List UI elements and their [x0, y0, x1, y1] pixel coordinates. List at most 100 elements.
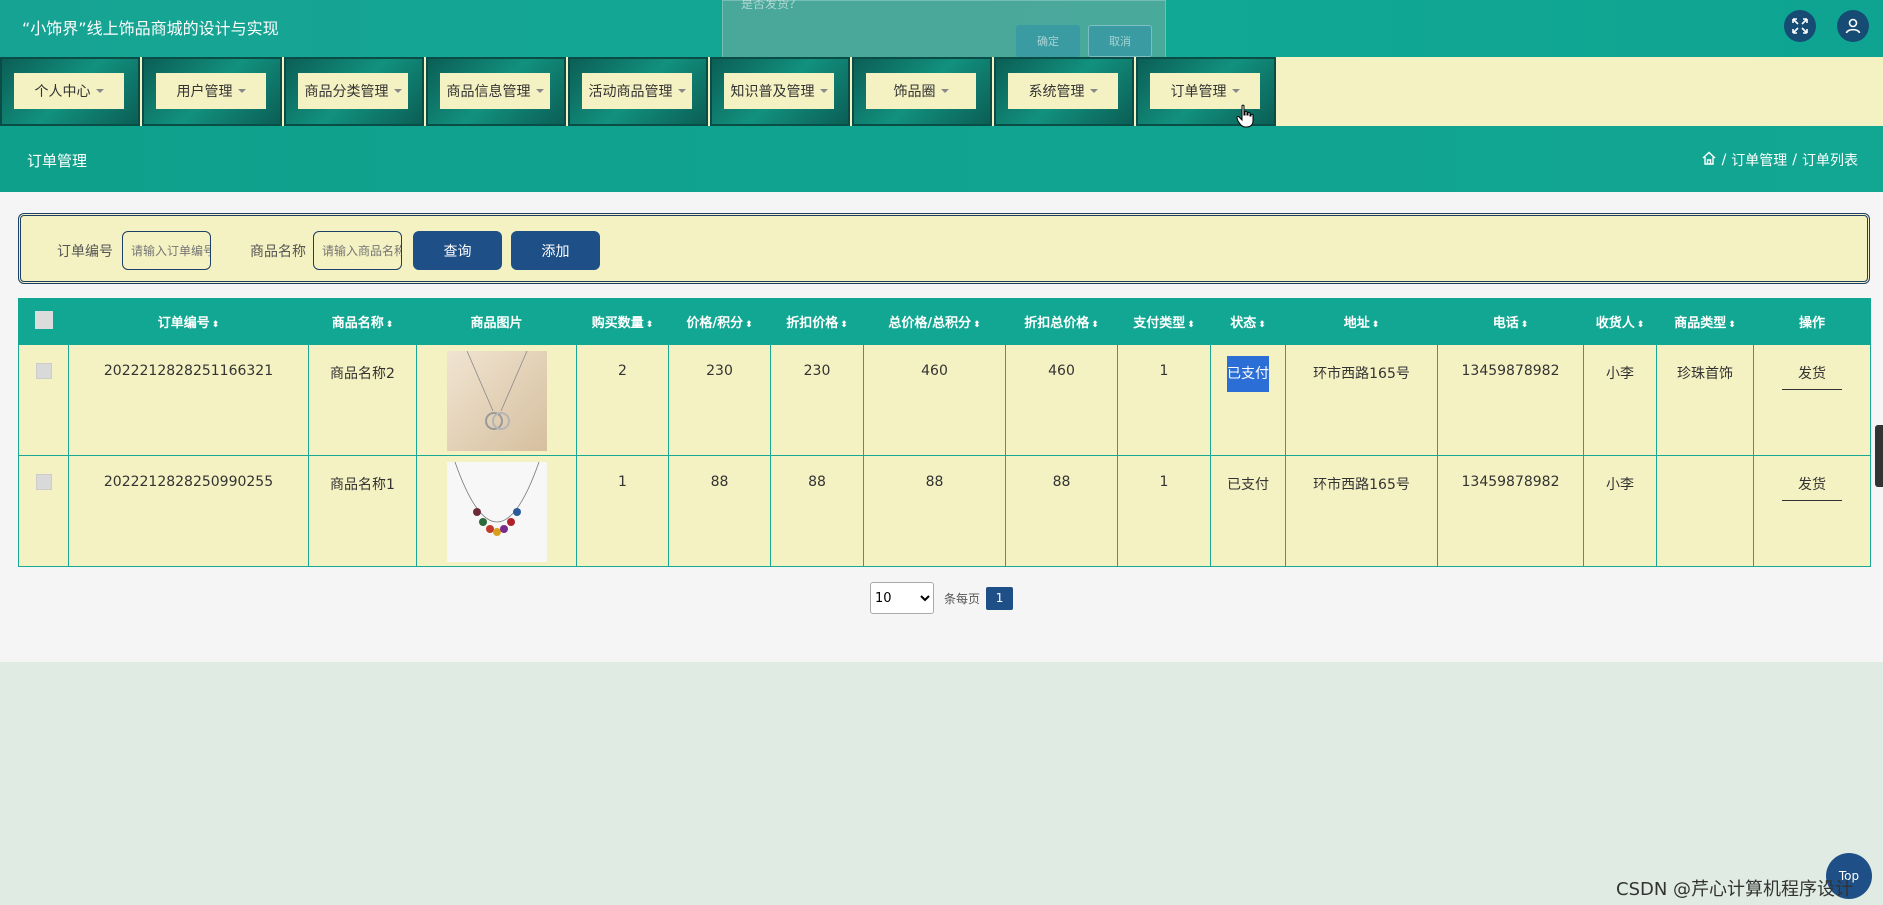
per-page-label: 条每页 — [944, 591, 981, 606]
caret-down-icon — [940, 89, 949, 93]
sort-icon: ⬍ — [1258, 320, 1266, 330]
dialog-ok-button[interactable]: 确定 — [1016, 25, 1080, 57]
col-order-no[interactable]: 订单编号 ⬍ — [68, 298, 309, 345]
col-category[interactable]: 商品类型 ⬍ — [1656, 298, 1754, 345]
cell-status: 已支付 — [1210, 455, 1286, 567]
cell-qty: 1 — [576, 455, 669, 567]
cell-action: 发货 — [1753, 455, 1871, 567]
nav-order-mgmt[interactable]: 订单管理 — [1136, 57, 1276, 126]
cell-address: 环市西路165号 — [1285, 455, 1438, 567]
cell-total: 460 — [863, 344, 1006, 456]
scrollbar-thumb[interactable] — [1875, 425, 1883, 487]
sort-icon: ⬍ — [973, 320, 981, 330]
page-button[interactable]: 1 — [986, 586, 1014, 610]
col-phone[interactable]: 电话 ⬍ — [1437, 298, 1584, 345]
cell-category — [1656, 455, 1754, 567]
cell-qty: 2 — [576, 344, 669, 456]
nav-knowledge-mgmt[interactable]: 知识普及管理 — [710, 57, 850, 126]
cell-discount-price: 88 — [770, 455, 864, 567]
nav-label: 订单管理 — [1170, 84, 1227, 100]
hand-cursor-icon — [1236, 104, 1254, 128]
cell-pay-type: 1 — [1117, 455, 1211, 567]
sort-icon: ⬍ — [840, 320, 848, 330]
home-icon[interactable] — [1701, 150, 1717, 170]
nav-label: 活动商品管理 — [588, 84, 673, 100]
fullscreen-icon[interactable] — [1784, 10, 1816, 42]
cell-receiver: 小李 — [1583, 344, 1657, 456]
dialog-cancel-button[interactable]: 取消 — [1088, 25, 1152, 57]
caret-down-icon — [237, 89, 246, 93]
nav-personal-center[interactable]: 个人中心 — [0, 57, 140, 126]
col-discount-total[interactable]: 折扣总价格 ⬍ — [1005, 298, 1118, 345]
search-form: 订单编号 商品名称 查询 添加 — [18, 213, 1870, 284]
table-row: 2022212828250990255 商品名称1 1 88 88 88 88 … — [18, 455, 1871, 567]
caret-down-icon — [535, 89, 544, 93]
cell-phone: 13459878982 — [1437, 455, 1584, 567]
col-pay-type[interactable]: 支付类型 ⬍ — [1117, 298, 1211, 345]
row-checkbox[interactable] — [35, 474, 52, 490]
nav-label: 商品分类管理 — [304, 84, 389, 100]
select-all-checkbox[interactable] — [18, 298, 69, 345]
nav-label: 商品信息管理 — [446, 84, 531, 100]
pagination: 10 条每页 1 — [870, 582, 1014, 614]
nav-jewelry-circle[interactable]: 饰品圈 — [852, 57, 992, 126]
row-checkbox[interactable] — [35, 363, 52, 379]
page-size-select[interactable]: 10 — [870, 582, 934, 614]
query-button[interactable]: 查询 — [413, 231, 502, 270]
user-icon[interactable] — [1837, 10, 1869, 42]
col-status[interactable]: 状态 ⬍ — [1210, 298, 1286, 345]
breadcrumb-sep: / — [1792, 152, 1797, 168]
cell-total: 88 — [863, 455, 1006, 567]
content-area: 订单编号 商品名称 查询 添加 订单编号⬍ 商品名称⬍ 商品图片 购买数量⬍ 价… — [0, 192, 1883, 662]
ship-button[interactable]: 发货 — [1782, 474, 1842, 501]
sort-icon: ⬍ — [1520, 320, 1529, 330]
cell-action: 发货 — [1753, 344, 1871, 456]
col-qty[interactable]: 购买数量 ⬍ — [576, 298, 669, 345]
col-total[interactable]: 总价格/总积分 ⬍ — [863, 298, 1006, 345]
caret-down-icon — [1089, 89, 1098, 93]
nav-promo-mgmt[interactable]: 活动商品管理 — [568, 57, 708, 126]
cell-order-no: 2022212828251166321 — [68, 344, 309, 456]
caret-down-icon — [819, 89, 828, 93]
caret-down-icon — [393, 89, 402, 93]
col-image: 商品图片 — [416, 298, 577, 345]
add-button[interactable]: 添加 — [511, 231, 600, 270]
sort-icon: ⬍ — [385, 320, 394, 330]
order-no-label: 订单编号 — [57, 244, 113, 260]
cell-name: 商品名称2 — [308, 344, 417, 456]
cell-discount-price: 230 — [770, 344, 864, 456]
col-receiver[interactable]: 收货人 ⬍ — [1583, 298, 1657, 345]
cell-discount-total: 460 — [1005, 344, 1118, 456]
col-name[interactable]: 商品名称 ⬍ — [308, 298, 417, 345]
order-no-input[interactable] — [122, 231, 211, 270]
breadcrumb-sep: / — [1721, 152, 1727, 168]
nav-category-mgmt[interactable]: 商品分类管理 — [284, 57, 424, 126]
cell-pay-type: 1 — [1117, 344, 1211, 456]
sort-icon: ⬍ — [645, 320, 654, 330]
breadcrumb-item: 订单列表 — [1802, 153, 1858, 169]
watermark: CSDN @芹心计算机程序设计 — [1616, 879, 1854, 900]
sort-icon: ⬍ — [1371, 320, 1380, 330]
col-address[interactable]: 地址 ⬍ — [1285, 298, 1438, 345]
col-discount-price[interactable]: 折扣价格 ⬍ — [770, 298, 864, 345]
sort-icon: ⬍ — [1636, 320, 1645, 330]
nav-system-mgmt[interactable]: 系统管理 — [994, 57, 1134, 126]
table-header: 订单编号 ⬍ 商品名称 ⬍ 商品图片 购买数量 ⬍ 价格/积分 ⬍ 折扣价格 ⬍ 总价格/… — [18, 298, 1871, 345]
cell-image — [416, 455, 577, 567]
nav-product-mgmt[interactable]: 商品信息管理 — [426, 57, 566, 126]
cell-status: 已支付 — [1210, 344, 1286, 456]
page-title: 订单管理 — [27, 152, 88, 170]
table-row: 2022212828251166321 商品名称2 2 230 230 460 — [18, 344, 1871, 456]
product-image[interactable] — [446, 351, 547, 451]
nav-label: 知识普及管理 — [730, 84, 815, 100]
ship-button[interactable]: 发货 — [1782, 363, 1842, 390]
cell-price: 230 — [668, 344, 771, 456]
product-name-input[interactable] — [313, 231, 402, 270]
nav-label: 用户管理 — [176, 84, 233, 100]
product-image[interactable] — [446, 462, 547, 562]
col-price[interactable]: 价格/积分 ⬍ — [668, 298, 771, 345]
orders-table: 订单编号 ⬍ 商品名称 ⬍ 商品图片 购买数量 ⬍ 价格/积分 ⬍ 折扣价格 ⬍ 总价格/… — [18, 298, 1871, 567]
nav-user-mgmt[interactable]: 用户管理 — [142, 57, 282, 126]
breadcrumb-item[interactable]: 订单管理 — [1731, 150, 1787, 170]
dialog-message: 是否发货？ — [741, 0, 802, 11]
